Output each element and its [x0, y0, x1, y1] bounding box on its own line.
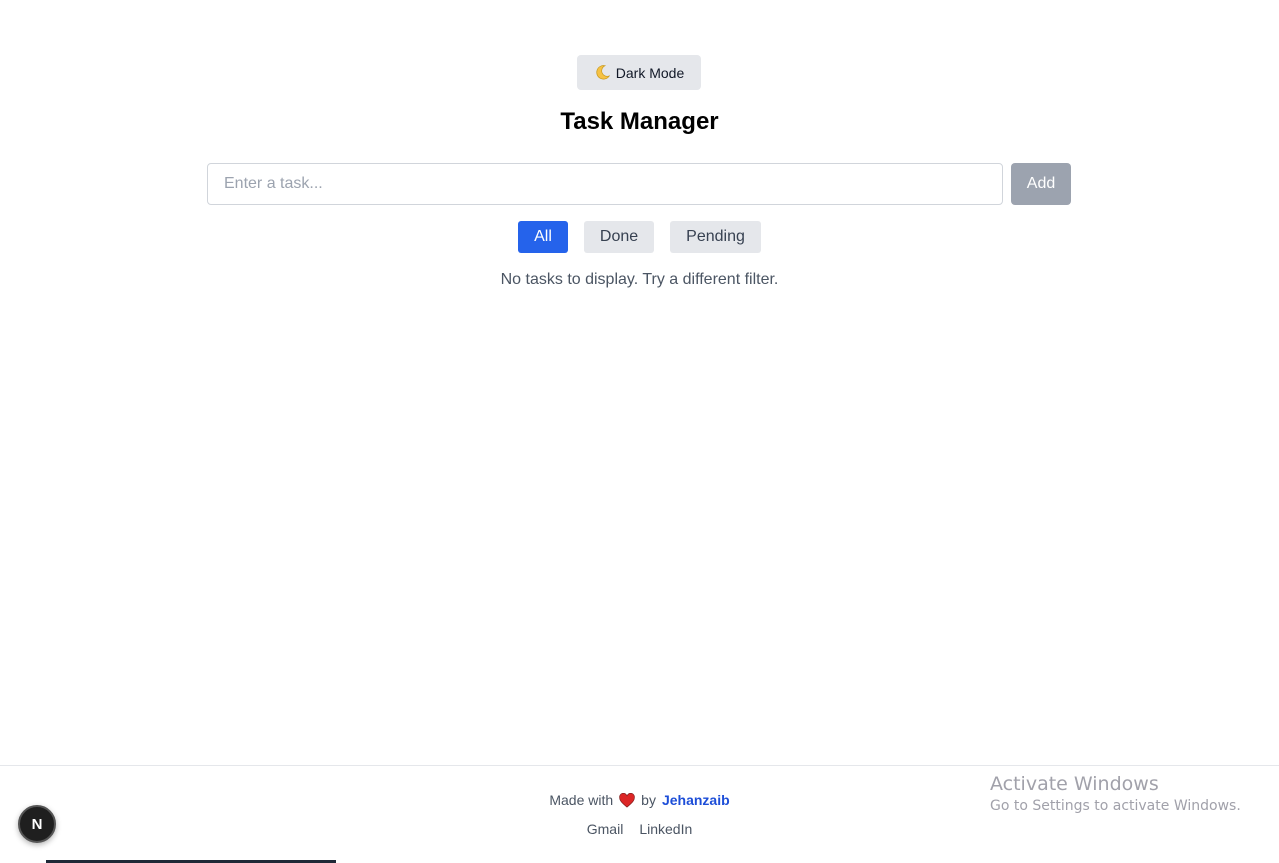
dark-mode-label: Dark Mode	[615, 64, 685, 81]
linkedin-link[interactable]: LinkedIn	[639, 821, 692, 837]
author-link[interactable]: Jehanzaib	[662, 792, 730, 808]
by-text: by	[641, 792, 656, 808]
dark-mode-toggle-button[interactable]: Dark Mode	[577, 55, 701, 90]
watermark-title: Activate Windows	[990, 773, 1159, 795]
made-with-text: Made with	[549, 792, 614, 808]
activate-windows-watermark: Activate Windows Go to Settings to activ…	[990, 772, 1241, 816]
moon-icon	[596, 65, 610, 80]
heart-icon	[619, 792, 635, 808]
gmail-link[interactable]: Gmail	[587, 821, 624, 837]
filter-pending-button[interactable]: Pending	[670, 221, 761, 253]
filter-group: All Done Pending	[0, 221, 1279, 253]
footer-links: Gmail LinkedIn	[0, 821, 1279, 837]
filter-all-button[interactable]: All	[518, 221, 568, 253]
nextjs-dev-badge[interactable]: N	[18, 805, 56, 843]
empty-state-message: No tasks to display. Try a different fil…	[500, 271, 779, 288]
filter-done-button[interactable]: Done	[583, 221, 655, 253]
page-title: Task Manager	[560, 108, 719, 135]
task-input[interactable]	[207, 163, 1003, 205]
add-task-button[interactable]: Add	[1011, 163, 1071, 205]
watermark-subtitle: Go to Settings to activate Windows.	[990, 798, 1241, 814]
nextjs-badge-letter: N	[31, 815, 43, 833]
